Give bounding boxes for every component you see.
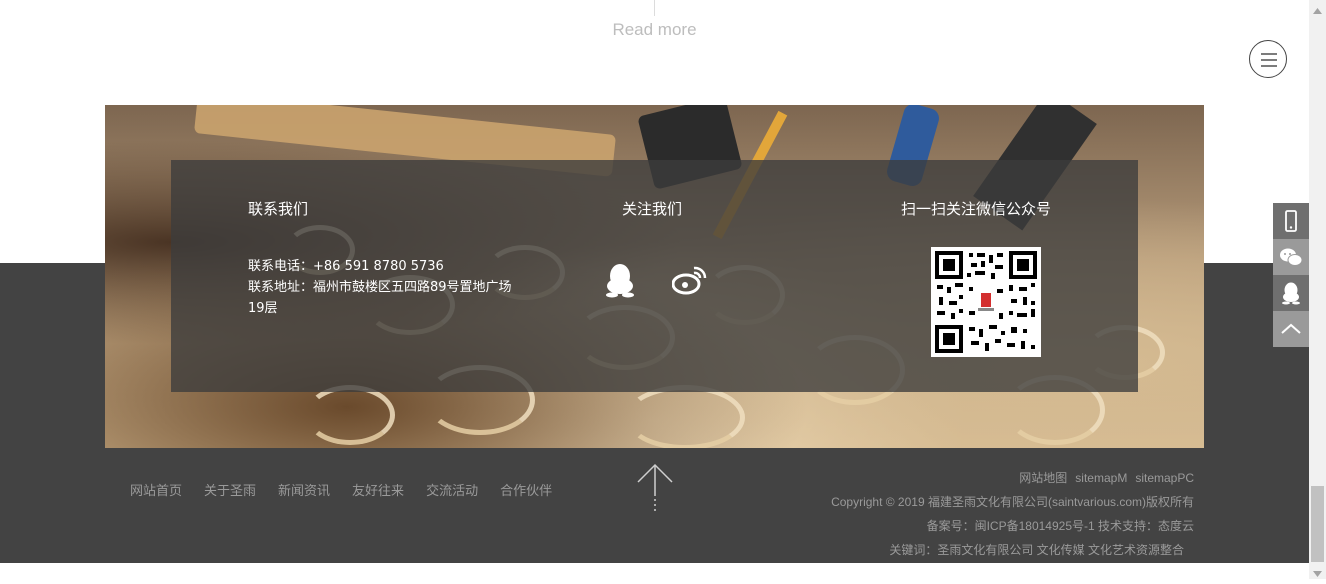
scroll-up-arrow[interactable] [1311,2,1324,14]
sitemap-m-link[interactable]: sitemapM [1075,471,1127,485]
wechat-qr-code [931,247,1041,357]
scroll-down-arrow[interactable] [1311,565,1324,577]
side-qq-button[interactable] [1273,275,1309,311]
triangle-down-icon [1313,571,1322,577]
address-label: 联系地址： [248,280,314,295]
keywords-text: 关键词：圣雨文化有限公司 文化传媒 文化艺术资源整合 [889,543,1184,557]
qq-social-button[interactable] [603,262,637,302]
nav-about[interactable]: 关于圣雨 [204,483,256,498]
footer-nav: 网站首页 关于圣雨 新闻资讯 友好往来 交流活动 合作伙伴 [130,480,574,499]
nav-activities[interactable]: 交流活动 [426,483,478,498]
read-more-link[interactable]: Read more [0,20,1309,40]
menu-button[interactable] [1249,40,1287,78]
scroll-top-arrow[interactable] [636,462,674,518]
mobile-icon [1285,210,1297,232]
weibo-social-button[interactable] [671,264,708,300]
side-back-to-top-button[interactable] [1273,311,1309,347]
phone-number: +86 591 8780 5736 [313,259,444,274]
icp-text: 备案号：闽ICP备18014925号-1 技术支持：态度云 [926,519,1194,533]
qq-icon [606,264,634,298]
sitemap-pc-link[interactable]: sitemapPC [1135,471,1194,485]
copyright-text: Copyright © 2019 福建圣雨文化有限公司(saintvarious… [831,495,1194,509]
arrow-up-icon [637,463,673,512]
qq-icon [1282,282,1300,305]
bottom-strip [0,563,1309,579]
center-divider [654,0,655,16]
nav-partners[interactable]: 合作伙伴 [500,483,552,498]
nav-exchanges[interactable]: 友好往来 [352,483,404,498]
wechat-icon [1280,248,1303,266]
hamburger-icon [1261,53,1277,67]
sitemap-link[interactable]: 网站地图 [1019,471,1067,485]
contact-info: 联系电话：+86 591 8780 5736 联系地址：福州市鼓楼区五四路89号… [248,256,528,319]
phone-label: 联系电话： [248,259,314,274]
follow-title: 关注我们 [622,200,683,218]
triangle-up-icon [1313,8,1322,14]
side-mobile-button[interactable] [1273,203,1309,239]
weibo-icon [671,266,707,295]
sitemap-links: 网站地图 sitemapM sitemapPC [1011,469,1194,486]
address-line: 联系地址：福州市鼓楼区五四路89号置地广场19层 [248,277,528,319]
scrollbar-thumb[interactable] [1311,486,1324,562]
contact-title: 联系我们 [248,200,309,218]
nav-home[interactable]: 网站首页 [130,483,182,498]
wechat-title: 扫一扫关注微信公众号 [901,200,1052,218]
back-to-top-icon [1281,323,1301,334]
side-toolbar [1273,203,1309,347]
phone-line: 联系电话：+86 591 8780 5736 [248,256,528,277]
nav-news[interactable]: 新闻资讯 [278,483,330,498]
side-wechat-button[interactable] [1273,239,1309,275]
